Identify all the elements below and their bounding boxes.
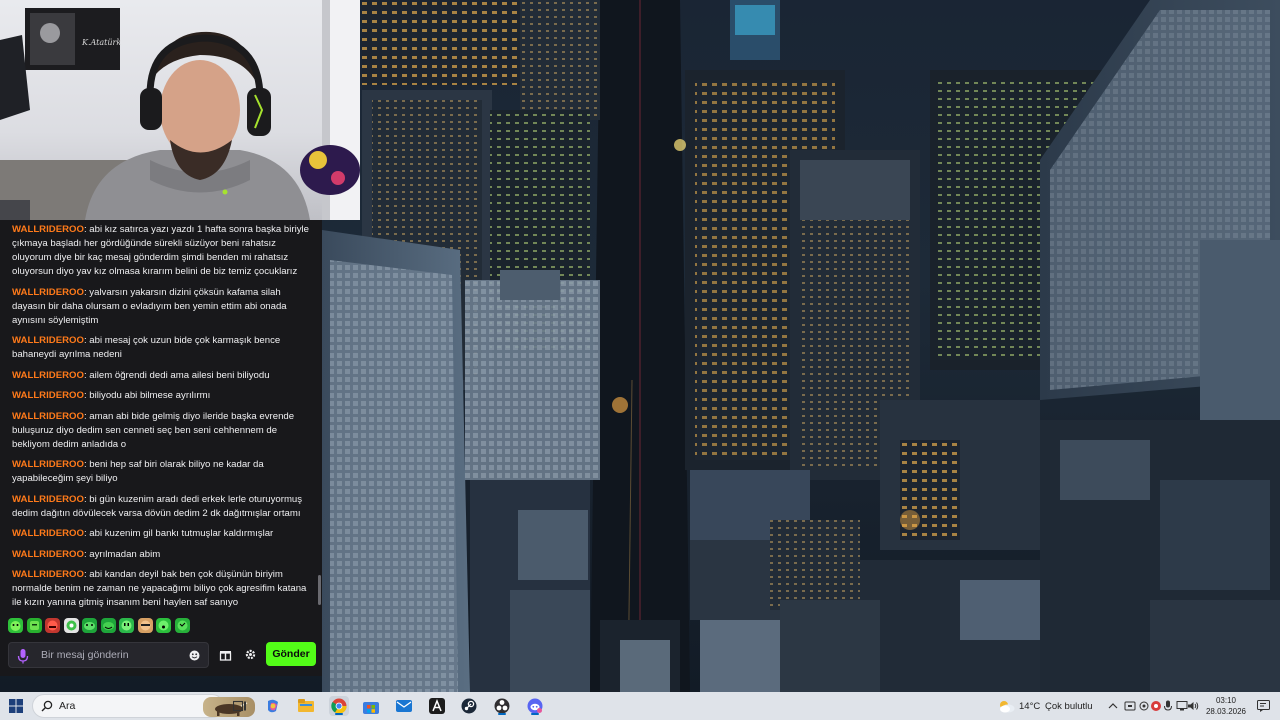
emote-3-icon[interactable] <box>45 618 60 633</box>
chat-message: WALLRIDEROO: ayrılmadan abim <box>12 548 310 562</box>
chat-username[interactable]: WALLRIDEROO <box>12 224 84 235</box>
chat-scrollbar[interactable] <box>318 575 321 605</box>
taskbar-search-box[interactable]: Ara <box>32 694 255 718</box>
chrome-icon[interactable] <box>329 696 349 716</box>
chat-text: biliyodu abi bilmese ayrılırmı <box>89 390 211 401</box>
chat-username[interactable]: WALLRIDEROO <box>12 335 84 346</box>
emote-10-icon[interactable] <box>174 618 190 633</box>
active-indicator <box>335 713 343 715</box>
steam-icon[interactable] <box>459 696 479 716</box>
search-icon <box>41 700 53 712</box>
chat-message: WALLRIDEROO: abi kuzenim gil bankı tutmu… <box>12 527 310 541</box>
emote-5-icon[interactable] <box>82 618 97 633</box>
emote-bar <box>8 618 190 636</box>
store-icon[interactable] <box>361 696 381 716</box>
weather-temperature[interactable]: 14°C <box>1019 701 1040 712</box>
app-a-icon[interactable] <box>427 696 447 716</box>
chat-message-input[interactable] <box>41 643 181 667</box>
weather-description[interactable]: Çok bulutlu <box>1045 701 1093 712</box>
chat-message: WALLRIDEROO: bi gün kuzenim aradı dedi e… <box>12 493 310 521</box>
chat-username[interactable]: WALLRIDEROO <box>12 459 84 470</box>
chat-username[interactable]: WALLRIDEROO <box>12 370 84 381</box>
chat-input-box[interactable] <box>8 642 209 668</box>
emote-6-icon[interactable] <box>100 618 116 633</box>
chat-message-list[interactable]: WALLRIDEROO: abi kız satırca yazı yazdı … <box>0 220 318 612</box>
svg-text:K.Atatürk: K.Atatürk <box>81 38 121 47</box>
chat-input-row: Gönder <box>8 642 316 668</box>
emote-8-icon[interactable] <box>137 618 153 633</box>
active-indicator <box>531 713 539 715</box>
search-placeholder: Ara <box>59 700 76 712</box>
chat-message: WALLRIDEROO: biliyodu abi bilmese ayrılı… <box>12 389 310 403</box>
chat-message: WALLRIDEROO: aman abi bide gelmiş diyo i… <box>12 410 310 452</box>
taskbar-clock-time[interactable]: 03:10 <box>1205 696 1247 705</box>
chat-message: WALLRIDEROO: abi kandan deyil bak ben ço… <box>12 568 310 610</box>
taskbar-clock-date[interactable]: 28.03.2026 <box>1201 707 1251 716</box>
gift-icon[interactable] <box>219 648 232 661</box>
active-indicator <box>498 713 506 715</box>
chat-username[interactable]: WALLRIDEROO <box>12 549 84 560</box>
chat-username[interactable]: WALLRIDEROO <box>12 287 84 298</box>
emote-7-icon[interactable] <box>119 618 134 633</box>
microphone-icon[interactable] <box>17 648 29 664</box>
emote-1-icon[interactable] <box>8 618 23 633</box>
chat-username[interactable]: WALLRIDEROO <box>12 411 84 422</box>
chat-message: WALLRIDEROO: yalvarsın yakarsın dizini ç… <box>12 286 310 328</box>
chat-message: WALLRIDEROO: beni hep saf biri olarak bi… <box>12 458 310 486</box>
chat-username[interactable]: WALLRIDEROO <box>12 494 84 505</box>
chat-panel: WALLRIDEROO: abi kız satırca yazı yazdı … <box>0 220 322 676</box>
emoji-icon[interactable] <box>189 650 200 661</box>
emote-4-icon[interactable] <box>63 618 79 633</box>
windows-start-icon[interactable] <box>6 696 26 716</box>
chat-username[interactable]: WALLRIDEROO <box>12 528 84 539</box>
emote-9-icon[interactable] <box>156 618 171 633</box>
obs-icon[interactable] <box>492 696 512 716</box>
weather-cloud-icon[interactable] <box>996 696 1016 716</box>
notification-center-icon[interactable] <box>1254 696 1274 716</box>
send-button[interactable]: Gönder <box>266 642 316 666</box>
chat-text: ailem öğrendi dedi ama ailesi beni biliy… <box>89 369 270 381</box>
chat-text: ayrılmadan abim <box>89 548 161 560</box>
mail-icon[interactable] <box>394 696 414 716</box>
windows-taskbar: Ara 14°C Çok bulutlu 03:10 28.03.2026 <box>0 692 1280 720</box>
file-explorer-icon[interactable] <box>296 696 316 716</box>
chat-message: WALLRIDEROO: ailem öğrendi dedi ama aile… <box>12 369 310 383</box>
chat-message: WALLRIDEROO: abi mesaj çok uzun bide çok… <box>12 334 310 362</box>
tray-volume-icon[interactable] <box>1183 696 1203 716</box>
task-view-icon[interactable] <box>230 696 250 716</box>
chat-username[interactable]: WALLRIDEROO <box>12 390 84 401</box>
chat-text: abi kuzenim gil bankı tutmuşlar kaldırmı… <box>89 528 274 539</box>
discord-icon[interactable] <box>525 696 545 716</box>
chat-message: WALLRIDEROO: abi kız satırca yazı yazdı … <box>12 223 310 279</box>
chat-username[interactable]: WALLRIDEROO <box>12 569 84 580</box>
copilot-icon[interactable] <box>263 696 283 716</box>
gear-icon[interactable] <box>244 648 257 661</box>
emote-2-icon[interactable] <box>26 618 42 633</box>
webcam-overlay: K.Atatürk <box>0 0 360 220</box>
